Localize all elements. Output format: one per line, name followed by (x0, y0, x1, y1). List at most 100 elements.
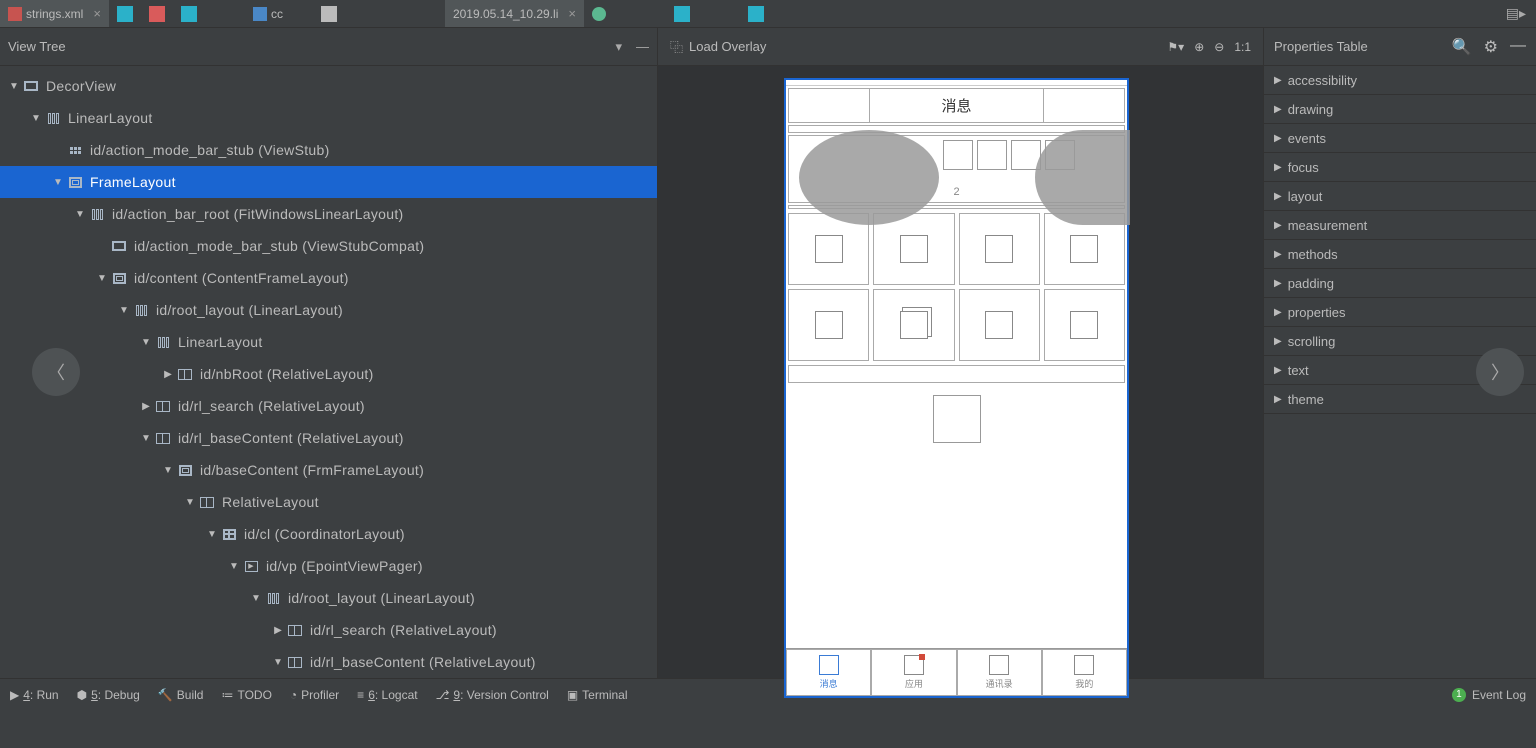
property-group-focus[interactable]: ▶focus (1264, 153, 1536, 182)
property-group-accessibility[interactable]: ▶accessibility (1264, 66, 1536, 95)
layout-type-icon (66, 142, 84, 158)
zoom-in-icon[interactable]: ⊕ (1194, 40, 1204, 54)
expand-arrow-icon[interactable]: ▶ (160, 369, 176, 380)
property-group-padding[interactable]: ▶padding (1264, 269, 1536, 298)
tree-node-label: id/action_bar_root (FitWindowsLinearLayo… (112, 206, 404, 222)
expand-arrow-icon[interactable]: ▼ (116, 305, 132, 316)
zoom-level[interactable]: 1:1 (1234, 40, 1251, 54)
tool-label: 6: Logcat (368, 688, 417, 702)
search-icon[interactable]: 🔍 (1452, 37, 1472, 57)
tab-capture-file[interactable]: 2019.05.14_10.29.li × (445, 0, 584, 27)
expand-arrow-icon[interactable]: ▶ (1274, 365, 1282, 376)
expand-arrow-icon[interactable]: ▶ (1274, 336, 1282, 347)
zoom-out-icon[interactable]: ⊖ (1214, 40, 1224, 54)
property-group-events[interactable]: ▶events (1264, 124, 1536, 153)
property-group-measurement[interactable]: ▶measurement (1264, 211, 1536, 240)
tree-node[interactable]: ▼▶id/vp (EpointViewPager) (0, 550, 657, 582)
tree-node[interactable]: ▼LinearLayout (0, 326, 657, 358)
layout-type-icon (220, 526, 238, 542)
expand-arrow-icon[interactable]: ▼ (182, 497, 198, 508)
property-group-layout[interactable]: ▶layout (1264, 182, 1536, 211)
blob-overlay-icon (1035, 130, 1130, 225)
tree-node[interactable]: ▼ id/action_bar_root (FitWindowsLinearLay… (0, 198, 657, 230)
expand-arrow-icon[interactable]: ▼ (28, 113, 44, 124)
tool-icon: ⬢ (77, 688, 87, 702)
expand-arrow-icon[interactable]: ▼ (270, 657, 286, 668)
toolwindow-todo[interactable]: ≔TODO (221, 688, 271, 702)
tree-node[interactable]: ▶id/nbRoot (RelativeLayout) (0, 358, 657, 390)
property-group-label: drawing (1288, 102, 1334, 117)
tree-node[interactable]: ▼FrameLayout (0, 166, 657, 198)
toolwindow-terminal[interactable]: ▣Terminal (567, 688, 628, 702)
tree-node[interactable]: ▼id/content (ContentFrameLayout) (0, 262, 657, 294)
tab-strings-xml[interactable]: strings.xml × (0, 0, 109, 27)
tab-cc[interactable]: cc (245, 0, 291, 27)
gear-icon[interactable]: ⚙ (1484, 37, 1498, 57)
tree-node[interactable]: ▼id/cl (CoordinatorLayout) (0, 518, 657, 550)
tab-unknown[interactable] (584, 0, 614, 27)
expand-arrow-icon[interactable]: ▶ (1274, 133, 1282, 144)
view-tree[interactable]: ▼DecorView▼LinearLayoutid/action_mode_ba… (0, 66, 657, 678)
expand-arrow-icon[interactable]: ▼ (226, 561, 242, 572)
property-group-methods[interactable]: ▶methods (1264, 240, 1536, 269)
expand-arrow-icon[interactable]: ▶ (1274, 220, 1282, 231)
tree-node[interactable]: ▼id/rl_baseContent (RelativeLayout) (0, 422, 657, 454)
expand-arrow-icon[interactable]: ▼ (6, 81, 22, 92)
expand-arrow-icon[interactable]: ▼ (248, 593, 264, 604)
layout-type-icon (286, 622, 304, 638)
expand-arrow-icon[interactable]: ▶ (1274, 394, 1282, 405)
tree-node[interactable]: ▼id/rl_baseContent (RelativeLayout) (0, 646, 657, 678)
device-preview[interactable]: 消息 2 (784, 78, 1129, 698)
toolwindow-run[interactable]: ▶4: Run (10, 688, 59, 702)
expand-arrow-icon[interactable]: ▼ (204, 529, 220, 540)
tree-node[interactable]: id/action_mode_bar_stub (ViewStub) (0, 134, 657, 166)
expand-arrow-icon[interactable]: ▶ (1274, 104, 1282, 115)
toolwindow-build[interactable]: 🔨Build (158, 688, 204, 702)
tree-node[interactable]: ▼id/root_layout (LinearLayout) (0, 294, 657, 326)
tab-overflow-icon[interactable]: ▤▸ (1506, 5, 1536, 22)
expand-arrow-icon[interactable]: ▼ (138, 337, 154, 348)
expand-arrow-icon[interactable]: ▼ (72, 209, 88, 220)
expand-arrow-icon[interactable]: ▼ (50, 177, 66, 188)
tree-node[interactable]: id/action_mode_bar_stub (ViewStubCompat) (0, 230, 657, 262)
toolwindow-profiler[interactable]: ◔Profiler (290, 688, 339, 702)
toolwindow-versioncontrol[interactable]: ⎇9: Version Control (436, 688, 549, 702)
property-group-drawing[interactable]: ▶ drawing (1264, 95, 1536, 124)
expand-arrow-icon[interactable]: ▶ (270, 625, 286, 636)
expand-arrow-icon[interactable]: ▶ (138, 401, 154, 412)
expand-arrow-icon[interactable]: ▶ (1274, 191, 1282, 202)
expand-arrow-icon[interactable]: ▶ (1274, 162, 1282, 173)
toolwindow-logcat[interactable]: ≡6: Logcat (357, 688, 417, 702)
nav-prev-button[interactable]: 〈 (32, 348, 80, 396)
tree-node[interactable]: ▼RelativeLayout (0, 486, 657, 518)
expand-arrow-icon[interactable]: ▶ (1274, 278, 1282, 289)
tab-label: strings.xml (26, 7, 83, 21)
tree-node[interactable]: ▼DecorView (0, 70, 657, 102)
close-icon[interactable]: × (93, 6, 101, 21)
expand-arrow-icon[interactable]: ▶ (1274, 75, 1282, 86)
tree-node[interactable]: ▼id/root_layout (LinearLayout) (0, 582, 657, 614)
preview-title[interactable]: Load Overlay (689, 39, 766, 54)
property-group-properties[interactable]: ▶properties (1264, 298, 1536, 327)
expand-arrow-icon[interactable]: ▼ (160, 465, 176, 476)
tool-icon[interactable]: ⚑▾ (1167, 40, 1184, 54)
toolwindow-debug[interactable]: ⬢5: Debug (77, 688, 140, 702)
tree-node[interactable]: ▼LinearLayout (0, 102, 657, 134)
close-icon[interactable]: × (568, 6, 576, 21)
expand-arrow-icon[interactable]: ▶ (1274, 307, 1282, 318)
tree-node[interactable]: ▶id/rl_search (RelativeLayout) (0, 390, 657, 422)
properties-panel: Properties Table 🔍 ⚙ — ▶accessibility▶dr… (1264, 28, 1536, 678)
filter-icon[interactable]: ▾ (615, 39, 622, 55)
expand-arrow-icon[interactable]: ▼ (94, 273, 110, 284)
tree-node[interactable]: ▼id/baseContent (FrmFrameLayout) (0, 454, 657, 486)
expand-arrow-icon[interactable]: ▼ (138, 433, 154, 444)
expand-arrow-icon[interactable]: ▶ (1274, 249, 1282, 260)
event-log-button[interactable]: Event Log (1472, 688, 1526, 702)
minimize-icon[interactable]: — (1510, 37, 1526, 57)
layout-type-icon (110, 238, 128, 254)
nav-next-button[interactable]: 〉 (1476, 348, 1524, 396)
tree-node[interactable]: ▶id/rl_search (RelativeLayout) (0, 614, 657, 646)
minimize-icon[interactable]: — (636, 39, 649, 54)
preview-nav-item: 消息 (786, 649, 871, 696)
layout-type-icon (176, 462, 194, 478)
